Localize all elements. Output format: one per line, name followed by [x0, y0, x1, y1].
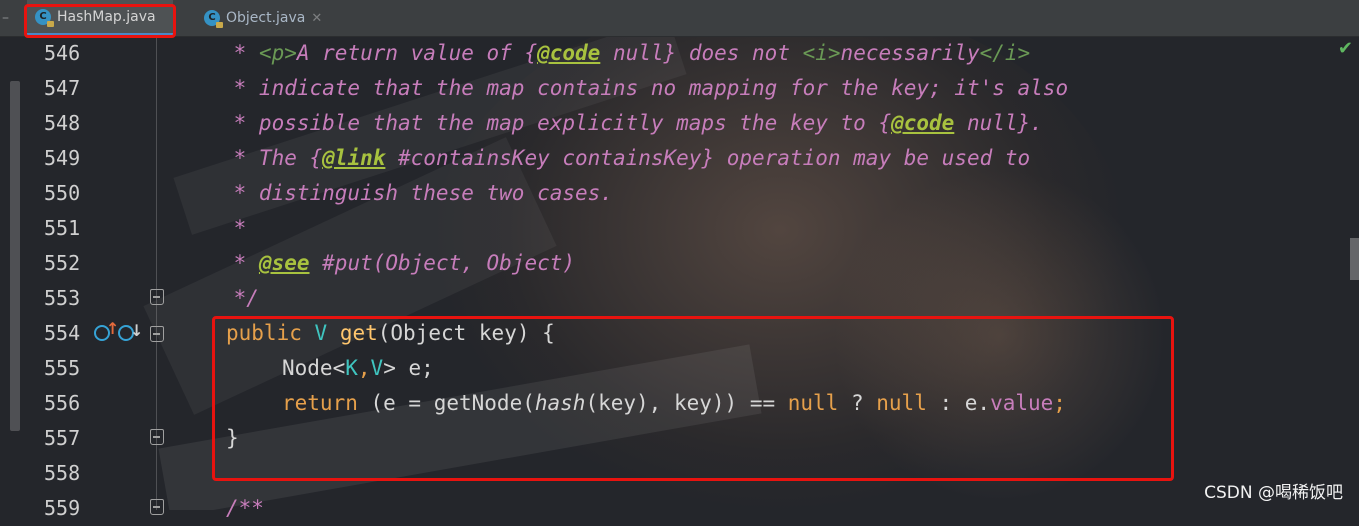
- code-line-554: public V get(Object key) {: [226, 321, 555, 345]
- code-line-557: }: [226, 426, 239, 450]
- code-line-550: * distinguish these two cases.: [221, 181, 613, 205]
- code-line-555: Node<K,V> e;: [282, 356, 434, 380]
- tab-scroll-left-icon[interactable]: –: [2, 4, 16, 32]
- code-line-551: *: [221, 216, 247, 240]
- close-icon[interactable]: ✕: [311, 11, 322, 26]
- check-icon[interactable]: ✔: [1338, 38, 1353, 59]
- code-editor[interactable]: * <p>A return value of {@code null} does…: [0, 36, 1359, 520]
- tab-label: HashMap.java: [57, 8, 156, 25]
- watermark: CSDN @喝稀饭吧: [1204, 483, 1343, 503]
- code-line-556: return (e = getNode(hash(key), key)) == …: [282, 391, 1066, 415]
- java-class-icon: C: [35, 8, 54, 27]
- editor-tab-bar: – C HashMap.java C Object.java ✕: [0, 0, 1359, 37]
- code-line-549: * The {@link #containsKey containsKey} o…: [221, 146, 1031, 170]
- java-class-icon: C: [204, 10, 223, 28]
- code-line-547: * indicate that the map contains no mapp…: [221, 76, 1069, 100]
- tab-label: Object.java: [226, 10, 306, 26]
- code-line-559: /**: [226, 496, 264, 520]
- code-line-548: * possible that the map explicitly maps …: [221, 111, 1043, 135]
- tab-object-java[interactable]: C Object.java ✕: [196, 0, 336, 36]
- code-line-553: */: [221, 286, 259, 310]
- code-line-546: * <p>A return value of {@code null} does…: [221, 41, 1031, 65]
- tab-hashmap-java[interactable]: C HashMap.java: [27, 0, 173, 36]
- vertical-scrollbar-thumb[interactable]: [1350, 238, 1359, 280]
- code-line-552: * @see #put(Object, Object): [221, 251, 576, 275]
